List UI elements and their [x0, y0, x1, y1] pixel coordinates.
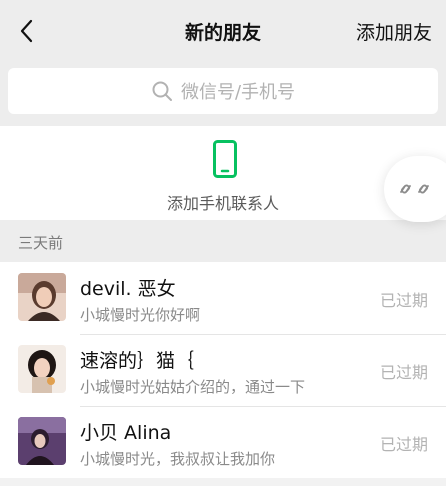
row-divider [80, 406, 446, 407]
search-input[interactable]: 微信号/手机号 [8, 68, 438, 114]
new-friends-page: 新的朋友 添加朋友 微信号/手机号 添加手机联系人 三天前 devil. 恶女 … [0, 0, 446, 486]
phone-icon [213, 140, 237, 178]
search-bar-container: 微信号/手机号 [0, 64, 446, 126]
request-status: 已过期 [379, 435, 428, 454]
friend-request-row[interactable]: 速溶的｝猫｛ 小城慢时光姑姑介绍的，通过一下 已过期 [0, 334, 446, 406]
add-phone-contacts-button[interactable]: 添加手机联系人 [0, 126, 446, 220]
back-button[interactable] [12, 16, 42, 46]
floating-link-button[interactable] [384, 156, 446, 222]
friend-message: 小城慢时光姑姑介绍的，通过一下 [80, 378, 306, 396]
add-friend-button[interactable]: 添加朋友 [356, 18, 432, 45]
friend-request-row[interactable]: devil. 恶女 小城慢时光你好啊 已过期 [0, 262, 446, 334]
friend-request-row[interactable]: 小贝 Alina 小城慢时光，我叔叔让我加你 已过期 [0, 406, 446, 478]
link-icon [400, 184, 429, 194]
request-status: 已过期 [379, 291, 428, 310]
friend-request-list: devil. 恶女 小城慢时光你好啊 已过期 速溶的｝猫｛ 小城慢时光姑姑介绍的… [0, 262, 446, 478]
avatar[interactable] [18, 345, 66, 393]
friend-message: 小城慢时光你好啊 [80, 306, 201, 324]
search-icon [151, 80, 173, 102]
friend-name: 速溶的｝猫｛ [80, 350, 195, 372]
avatar[interactable] [18, 417, 66, 465]
list-bottom-edge [0, 478, 446, 486]
chevron-left-icon [20, 19, 33, 43]
section-label: 三天前 [18, 234, 64, 252]
friend-name: 小贝 Alina [80, 422, 172, 444]
request-status: 已过期 [379, 363, 428, 382]
section-header: 三天前 [0, 220, 446, 262]
add-phone-contacts-label: 添加手机联系人 [166, 194, 279, 213]
top-nav-bar: 新的朋友 添加朋友 [0, 0, 446, 64]
friend-message: 小城慢时光，我叔叔让我加你 [80, 450, 276, 468]
avatar[interactable] [18, 273, 66, 321]
row-divider [80, 334, 446, 335]
friend-name: devil. 恶女 [80, 278, 176, 300]
search-placeholder: 微信号/手机号 [180, 82, 296, 103]
